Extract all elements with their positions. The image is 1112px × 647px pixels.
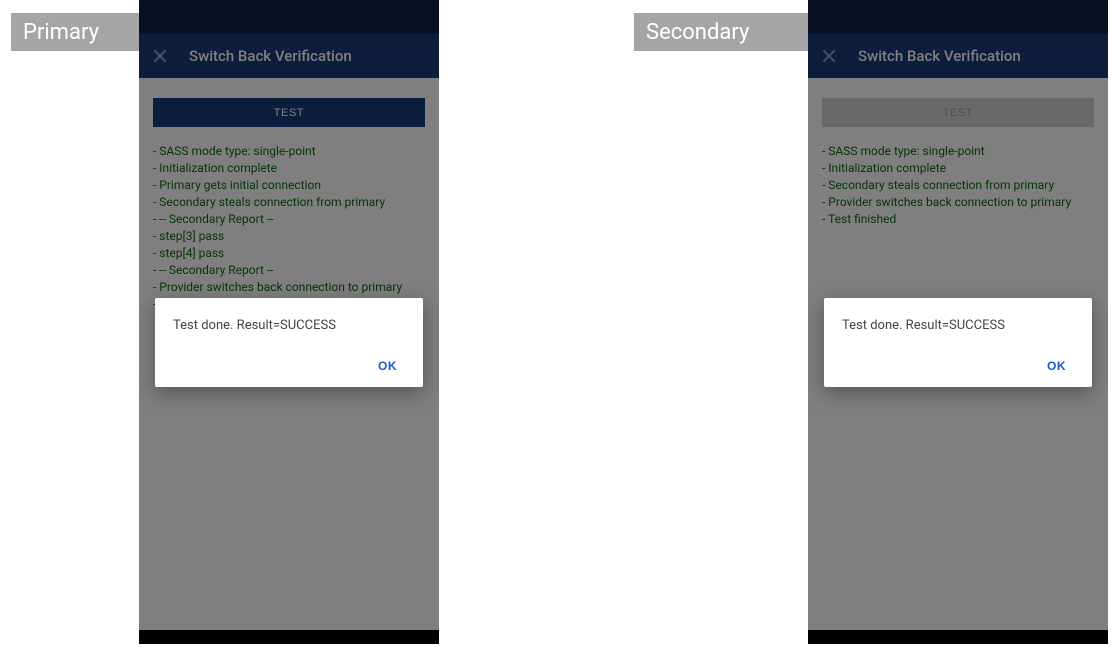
primary-tag: Primary: [11, 13, 139, 51]
dialog-message: Test done. Result=SUCCESS: [842, 318, 1074, 333]
secondary-tag: Secondary: [634, 13, 808, 51]
result-dialog: Test done. Result=SUCCESS OK: [824, 298, 1092, 387]
dialog-message: Test done. Result=SUCCESS: [173, 318, 405, 333]
primary-phone: Switch Back Verification TEST SASS mode …: [139, 0, 439, 644]
ok-button[interactable]: OK: [1039, 353, 1074, 379]
ok-button[interactable]: OK: [370, 353, 405, 379]
result-dialog: Test done. Result=SUCCESS OK: [155, 298, 423, 387]
secondary-phone: Switch Back Verification TEST SASS mode …: [808, 0, 1108, 644]
